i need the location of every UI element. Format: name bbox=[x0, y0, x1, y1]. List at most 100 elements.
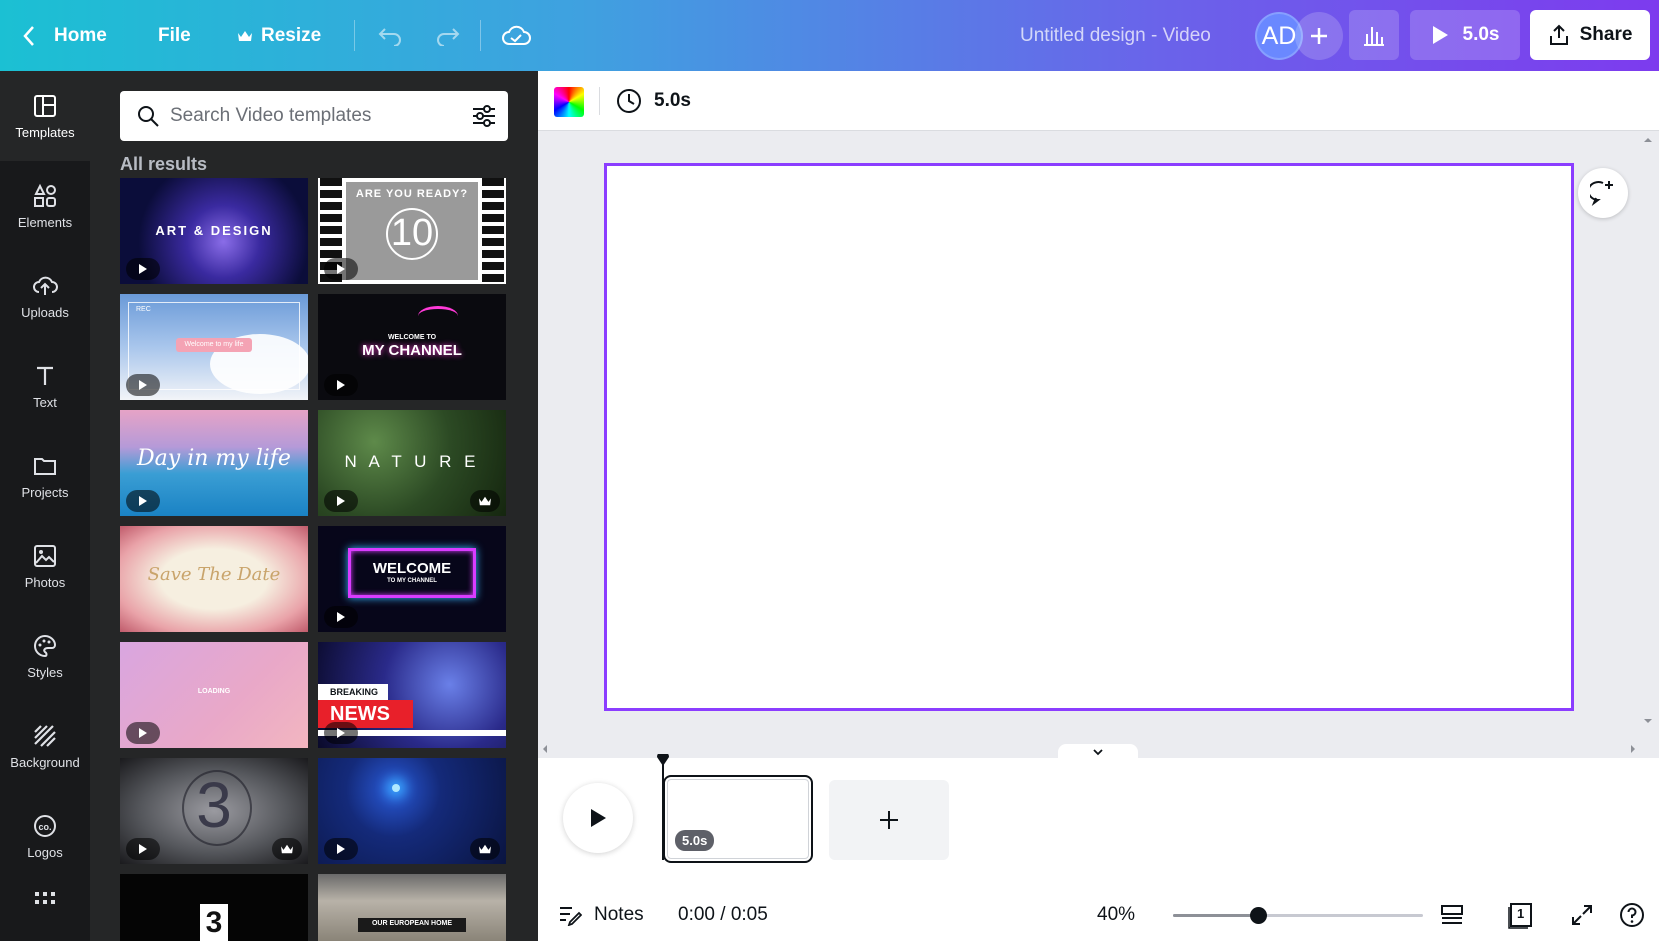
templates-icon bbox=[34, 94, 56, 117]
play-icon bbox=[1432, 26, 1448, 44]
share-icon bbox=[1549, 24, 1568, 45]
rail-item-logos[interactable]: co. Logos bbox=[0, 791, 90, 881]
rail-label: Text bbox=[33, 394, 57, 410]
page-count-button[interactable]: 1 bbox=[1502, 897, 1538, 933]
page-count: 1 bbox=[1517, 906, 1525, 921]
apps-icon bbox=[35, 892, 55, 904]
template-title: OUR EUROPEAN HOME bbox=[371, 920, 453, 927]
rail-item-elements[interactable]: Elements bbox=[0, 161, 90, 251]
template-number: 10 bbox=[390, 212, 434, 254]
chevron-down-icon bbox=[1093, 749, 1103, 756]
search-input[interactable] bbox=[170, 105, 450, 127]
rail-item-uploads[interactable]: Uploads bbox=[0, 251, 90, 341]
duration-button[interactable]: 5.0s bbox=[616, 71, 691, 131]
play-icon bbox=[126, 490, 160, 512]
rail-label: Logos bbox=[27, 844, 63, 860]
template-thumbnail[interactable]: OUR EUROPEAN HOME bbox=[318, 874, 506, 941]
template-title: Save The Date bbox=[147, 564, 281, 585]
divider bbox=[599, 87, 600, 115]
template-thumbnail[interactable]: Day in my life bbox=[120, 410, 308, 516]
play-icon bbox=[324, 722, 358, 744]
save-status-button[interactable] bbox=[494, 0, 538, 71]
template-thumbnail[interactable]: N A T U R E bbox=[318, 410, 506, 516]
play-icon bbox=[324, 374, 358, 396]
template-subtitle: BREAKING bbox=[318, 684, 388, 700]
rail-item-text[interactable]: Text bbox=[0, 341, 90, 431]
rail-item-photos[interactable]: Photos bbox=[0, 521, 90, 611]
template-thumbnail[interactable] bbox=[318, 758, 506, 864]
play-preview-button[interactable]: 5.0s bbox=[1410, 10, 1520, 60]
photos-icon bbox=[34, 544, 56, 567]
template-thumbnail[interactable]: WELCOME TO MY CHANNEL bbox=[318, 526, 506, 632]
template-thumbnail[interactable]: 3 bbox=[120, 758, 308, 864]
scroll-up-icon bbox=[1644, 138, 1652, 142]
share-button[interactable]: Share bbox=[1530, 10, 1650, 60]
template-thumbnail[interactable]: 3 bbox=[120, 874, 308, 941]
template-subtitle: TO MY CHANNEL bbox=[387, 578, 437, 584]
zoom-percentage[interactable]: 40% bbox=[1097, 895, 1135, 935]
divider bbox=[480, 20, 481, 51]
template-thumbnail[interactable]: Save The Date bbox=[120, 526, 308, 632]
top-bar: Home File Resize Untitled design - Video… bbox=[0, 0, 1659, 71]
search-icon bbox=[138, 106, 159, 127]
background-icon bbox=[34, 724, 56, 747]
filter-icon[interactable] bbox=[472, 105, 496, 127]
play-duration: 5.0s bbox=[1462, 24, 1500, 45]
undo-button[interactable] bbox=[368, 0, 412, 71]
clock-icon bbox=[617, 89, 641, 113]
add-member-button[interactable] bbox=[1295, 12, 1343, 60]
redo-button[interactable] bbox=[426, 0, 470, 71]
add-page-button[interactable] bbox=[829, 780, 949, 860]
rail-item-templates[interactable]: Templates bbox=[0, 71, 90, 161]
logos-icon: co. bbox=[34, 814, 56, 837]
template-thumbnail[interactable]: ARE YOU READY? 10 bbox=[318, 178, 506, 284]
results-label: All results bbox=[120, 154, 208, 174]
template-thumbnail[interactable]: REC Welcome to my life bbox=[120, 294, 308, 400]
rail-item-apps[interactable] bbox=[0, 881, 90, 941]
file-menu[interactable]: File bbox=[158, 0, 191, 71]
zoom-slider-handle[interactable] bbox=[1250, 907, 1267, 924]
uploads-icon bbox=[33, 276, 58, 295]
template-thumbnail[interactable]: WELCOME TO MY CHANNEL bbox=[318, 294, 506, 400]
clip-duration-badge: 5.0s bbox=[675, 830, 715, 851]
template-title: ART & DESIGN bbox=[155, 223, 273, 238]
timeline-play-button[interactable] bbox=[563, 783, 633, 853]
left-rail: Templates Elements Uploads Text Projects… bbox=[0, 71, 90, 941]
add-comment-button[interactable] bbox=[1578, 168, 1628, 218]
timeline-clip[interactable]: 5.0s bbox=[663, 775, 813, 863]
templates-panel: All results ART & DESIGN ARE YOU READY? … bbox=[90, 71, 538, 941]
zoom-slider-fill bbox=[1173, 914, 1258, 917]
home-button[interactable]: Home bbox=[22, 0, 107, 71]
color-picker-button[interactable] bbox=[554, 87, 584, 117]
rail-item-styles[interactable]: Styles bbox=[0, 611, 90, 701]
grid-view-button[interactable] bbox=[1434, 897, 1470, 933]
rail-label: Background bbox=[10, 754, 80, 770]
fullscreen-button[interactable] bbox=[1564, 897, 1600, 933]
rail-label: Templates bbox=[15, 124, 75, 140]
template-thumbnail[interactable]: LOADING bbox=[120, 642, 308, 748]
share-label: Share bbox=[1579, 24, 1633, 45]
playhead-handle-icon[interactable] bbox=[656, 754, 670, 768]
playhead[interactable] bbox=[662, 760, 664, 860]
svg-text:co.: co. bbox=[38, 822, 51, 832]
play-icon bbox=[126, 374, 160, 396]
template-subtitle: WELCOME TO bbox=[387, 334, 437, 341]
template-thumbnail[interactable]: ART & DESIGN bbox=[120, 178, 308, 284]
insights-button[interactable] bbox=[1349, 10, 1399, 60]
search-box[interactable] bbox=[120, 91, 508, 141]
template-thumbnail[interactable]: BREAKING NEWS bbox=[318, 642, 506, 748]
zoom-slider[interactable] bbox=[1173, 907, 1423, 924]
resize-button[interactable]: Resize bbox=[237, 0, 321, 71]
template-title: 3 bbox=[196, 769, 232, 841]
vertical-scrollbar[interactable] bbox=[1640, 131, 1656, 731]
chevron-left-icon bbox=[23, 25, 34, 46]
play-icon bbox=[324, 258, 358, 280]
design-canvas[interactable] bbox=[604, 163, 1574, 711]
rail-item-background[interactable]: Background bbox=[0, 701, 90, 791]
rail-item-projects[interactable]: Projects bbox=[0, 431, 90, 521]
notes-button[interactable]: Notes bbox=[558, 895, 644, 935]
design-title[interactable]: Untitled design - Video bbox=[1020, 0, 1211, 71]
help-button[interactable] bbox=[1614, 897, 1650, 933]
scroll-left-icon bbox=[543, 745, 547, 753]
notes-icon bbox=[560, 907, 582, 926]
